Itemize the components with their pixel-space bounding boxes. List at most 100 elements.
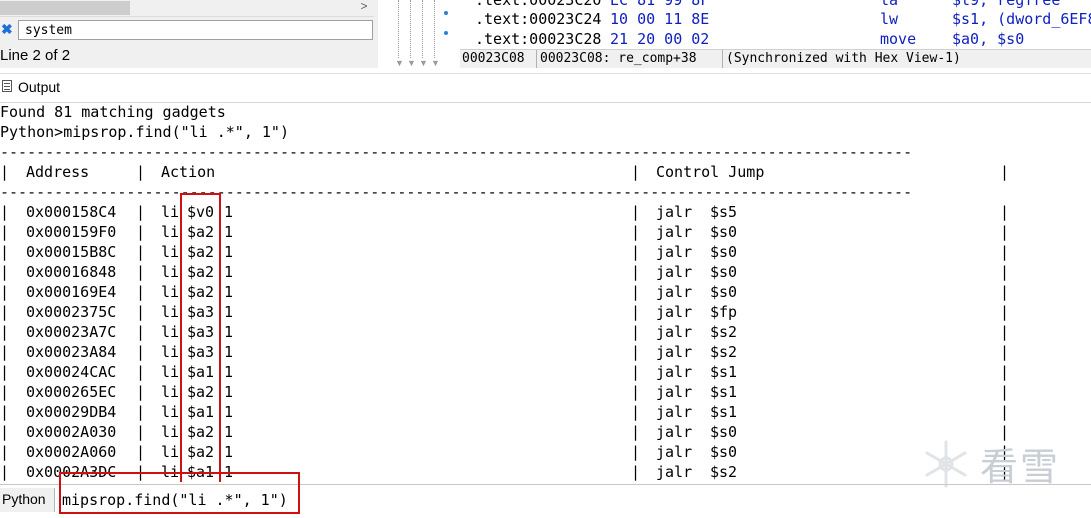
status-offset: 00023C08: [462, 51, 525, 66]
gadget-value: 1: [224, 363, 234, 381]
table-pipe: |: [0, 403, 10, 421]
gadget-address: 0x0002A060: [26, 443, 117, 461]
table-row[interactable]: | 0x0002A030 | li $a2 1 | jalr $s0 |: [0, 423, 1010, 443]
output-found-line: Found 81 matching gadgets: [0, 103, 226, 121]
gadget-op: li: [161, 403, 180, 421]
table-row[interactable]: | 0x000169E4 | li $a2 1 | jalr $s0 |: [0, 283, 1010, 303]
table-row[interactable]: | 0x000159F0 | li $a2 1 | jalr $s0 |: [0, 223, 1010, 243]
gadget-address: 0x00023A7C: [26, 323, 117, 341]
table-pipe: |: [136, 223, 146, 241]
table-pipe: |: [136, 303, 146, 321]
gadget-jump-register: $fp: [710, 303, 738, 321]
table-row[interactable]: | 0x000265EC | li $a2 1 | jalr $s1 |: [0, 383, 1010, 403]
disasm-status-bar: 00023C08 00023C08: re_comp+38 (Synchroni…: [460, 49, 1091, 68]
table-pipe: |: [1000, 303, 1010, 321]
disasm-address: .text:00023C28: [475, 30, 602, 48]
table-pipe: |: [1000, 283, 1010, 301]
gadget-jump: jalr: [656, 303, 693, 321]
breakpoint-marker-icon[interactable]: [444, 31, 448, 35]
gadget-jump: jalr: [656, 443, 693, 461]
disasm-bytes: 21 20 00 02: [610, 30, 710, 48]
table-pipe: |: [631, 243, 641, 261]
search-input-value: system: [25, 23, 72, 38]
table-row[interactable]: | 0x00029DB4 | li $a1 1 | jalr $s1 |: [0, 403, 1010, 423]
gadget-jump: jalr: [656, 383, 693, 401]
input-highlight-box: [59, 472, 300, 514]
table-pipe: |: [631, 203, 641, 221]
gadget-jump-register: $s2: [710, 323, 738, 341]
gadget-jump: jalr: [656, 343, 693, 361]
gadget-jump-register: $s0: [710, 263, 738, 281]
table-row[interactable]: | 0x00015B8C | li $a2 1 | jalr $s0 |: [0, 243, 1010, 263]
table-row[interactable]: | 0x000158C4 | li $v0 1 | jalr $s5 |: [0, 203, 1010, 223]
status-location: 00023C08: re_comp+38: [540, 51, 697, 66]
gadget-address: 0x00024CAC: [26, 363, 117, 381]
table-pipe: |: [1000, 223, 1010, 241]
gadget-op: li: [161, 223, 180, 241]
output-text-area[interactable]: Found 81 matching gadgets Python>mipsrop…: [0, 102, 1091, 482]
table-row[interactable]: | 0x0002A060 | li $a2 1 | jalr $s0 |: [0, 443, 1010, 463]
table-pipe: |: [631, 463, 641, 481]
disasm-bytes: 10 00 11 8E: [610, 10, 710, 28]
table-separator: ----------------------------------------…: [0, 183, 913, 201]
column-header-action: Action: [161, 163, 216, 181]
flow-line: [434, 0, 435, 58]
scroll-right-arrow-icon[interactable]: >: [357, 0, 371, 15]
gadget-jump-register: $s2: [710, 343, 738, 361]
table-pipe: |: [136, 423, 146, 441]
breakpoint-marker-icon[interactable]: [444, 11, 448, 15]
table-pipe: |: [0, 343, 10, 361]
gadget-value: 1: [224, 343, 234, 361]
disasm-line[interactable]: .text:00023C24 10 00 11 8E lw $s1, (dwor…: [475, 10, 1091, 28]
output-window-titlebar[interactable]: Output: [0, 73, 1091, 103]
table-pipe: |: [0, 463, 10, 481]
table-pipe: |: [0, 283, 10, 301]
disasm-line[interactable]: .text:00023C20 EC 81 99 8F la $t9, regfr…: [475, 0, 1060, 9]
table-pipe: |: [631, 383, 641, 401]
close-search-icon[interactable]: ✖: [1, 21, 13, 38]
disasm-operands: $a0, $s0: [952, 30, 1025, 48]
table-row[interactable]: | 0x00016848 | li $a2 1 | jalr $s0 |: [0, 263, 1010, 283]
table-pipe: |: [0, 443, 10, 461]
horizontal-scrollbar[interactable]: >: [0, 0, 374, 17]
gadget-address: 0x0002375C: [26, 303, 117, 321]
gadget-address: 0x000169E4: [26, 283, 117, 301]
disassembly-view: ▼ ▼ ▼ ▼ .text:00023C20 EC 81 99 8F la $t…: [380, 0, 1091, 68]
gadget-value: 1: [224, 383, 234, 401]
table-row[interactable]: | 0x0002375C | li $a3 1 | jalr $fp |: [0, 303, 1010, 323]
gadget-jump: jalr: [656, 283, 693, 301]
table-row[interactable]: | 0x00023A7C | li $a3 1 | jalr $s2 |: [0, 323, 1010, 343]
disasm-mnemonic: move: [880, 30, 917, 48]
gadget-jump: jalr: [656, 203, 693, 221]
search-input[interactable]: system: [18, 20, 373, 40]
table-pipe: |: [136, 383, 146, 401]
gadget-op: li: [161, 303, 180, 321]
table-pipe: |: [136, 443, 146, 461]
disasm-bytes: EC 81 99 8F: [610, 0, 710, 9]
register-highlight-box: [180, 193, 221, 482]
disasm-address: .text:00023C20: [475, 0, 602, 9]
gadget-jump-register: $s5: [710, 203, 738, 221]
disasm-line[interactable]: .text:00023C28 21 20 00 02 move $a0, $s0: [475, 30, 1024, 48]
table-row[interactable]: | 0x00023A84 | li $a3 1 | jalr $s2 |: [0, 343, 1010, 363]
scrollbar-thumb[interactable]: [0, 1, 130, 15]
gadget-value: 1: [224, 223, 234, 241]
table-pipe: |: [631, 323, 641, 341]
table-pipe: |: [631, 283, 641, 301]
gadget-value: 1: [224, 403, 234, 421]
table-pipe: |: [1000, 323, 1010, 341]
gadget-jump-register: $s1: [710, 363, 738, 381]
table-pipe: |: [0, 323, 10, 341]
table-pipe: |: [631, 163, 641, 181]
gadget-jump: jalr: [656, 223, 693, 241]
table-pipe: |: [631, 263, 641, 281]
python-language-selector[interactable]: Python: [0, 488, 55, 512]
snowflake-watermark-icon: [925, 440, 967, 488]
search-status: Line 2 of 2: [0, 47, 71, 64]
gadget-value: 1: [224, 283, 234, 301]
gadget-address: 0x000265EC: [26, 383, 117, 401]
gadget-jump-register: $s0: [710, 243, 738, 261]
gadget-value: 1: [224, 323, 234, 341]
table-row[interactable]: | 0x00024CAC | li $a1 1 | jalr $s1 |: [0, 363, 1010, 383]
gadget-value: 1: [224, 443, 234, 461]
